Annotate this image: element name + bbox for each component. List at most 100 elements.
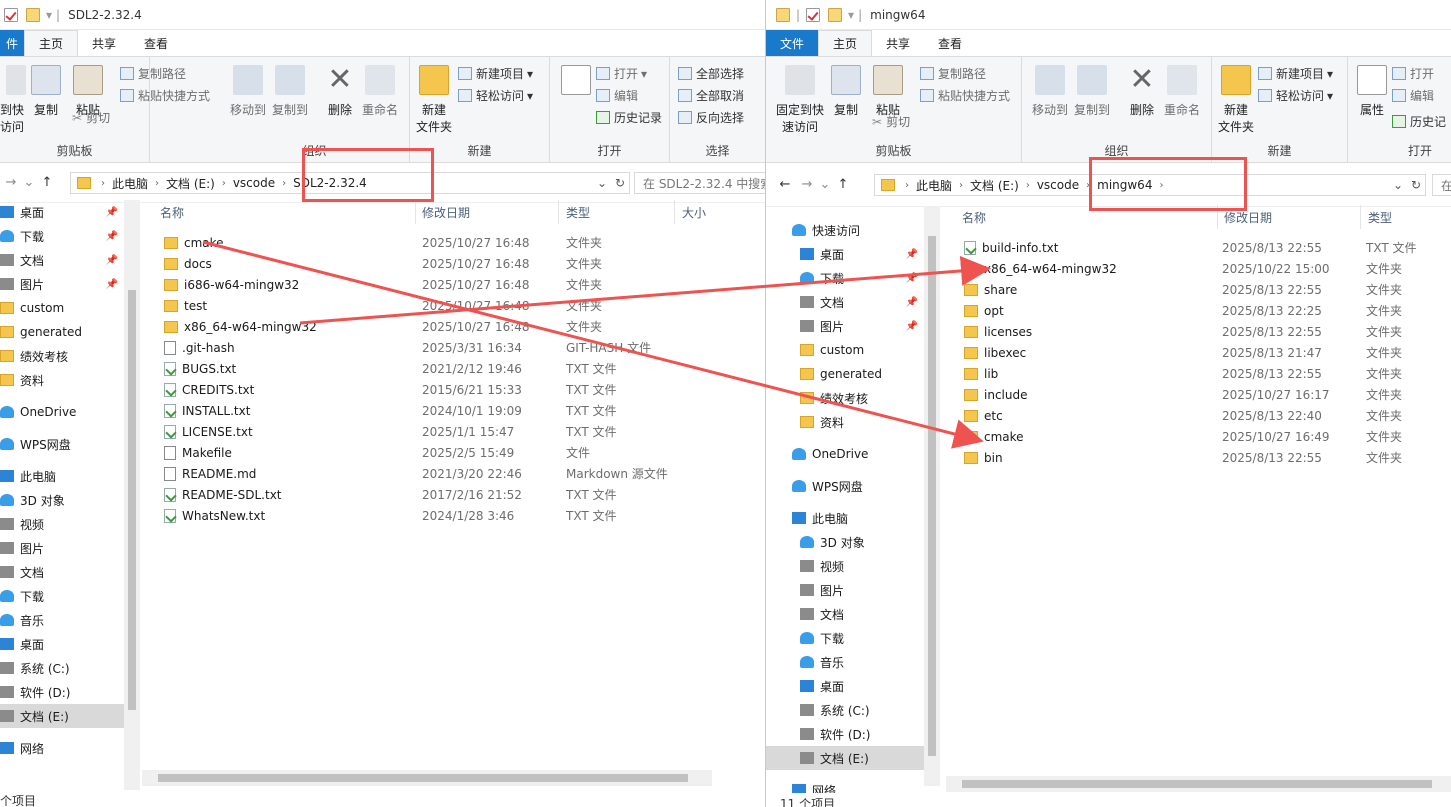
nav-item[interactable]: custom [766,338,924,362]
nav-item[interactable]: 资料 [0,368,124,392]
chevron-down-icon[interactable]: ⌄ [597,176,607,190]
pin-icon[interactable]: 📌 [906,297,918,308]
nav-item[interactable]: 软件 (D:) [0,680,124,704]
file-row[interactable]: WhatsNew.txt 2024/1/28 3:46 TXT 文件 [164,505,724,526]
nav-item[interactable]: OneDrive [766,442,924,466]
nav-item[interactable]: 视频 [0,512,124,536]
file-row[interactable]: opt 2025/8/13 22:25 文件夹 [964,300,1451,321]
recent-dropdown-icon[interactable]: ⌄ [22,175,36,190]
column-type[interactable]: 类型 [1368,209,1392,226]
new-folder-button[interactable]: 新建 文件夹 [410,65,458,135]
nav-item[interactable]: 下载 📌 [766,266,924,290]
horizontal-scrollbar[interactable] [142,770,712,786]
nav-item[interactable]: 资料 [766,410,924,434]
pin-icon[interactable]: 📌 [106,279,118,290]
column-size[interactable]: 大小 [682,204,706,221]
select-all-button[interactable]: 全部选择 [678,65,744,82]
pin-quick-access-button[interactable]: 固定到快 速访问 [774,65,826,135]
copy-to-button[interactable]: 复制到 [1068,65,1116,118]
nav-item[interactable]: 文档 (E:) [0,704,124,728]
properties-quick-icon[interactable] [4,7,18,22]
nav-item[interactable]: 下载 [766,626,924,650]
nav-item[interactable]: WPS网盘 [0,432,124,456]
pin-icon[interactable]: 📌 [106,207,118,218]
search-input[interactable]: 在 [1432,174,1451,196]
file-row[interactable]: docs 2025/10/27 16:48 文件夹 [164,253,724,274]
nav-item[interactable]: 3D 对象 [766,530,924,554]
file-row[interactable]: .git-hash 2025/3/31 16:34 GIT-HASH 文件 [164,337,724,358]
new-item-button[interactable]: 新建项目 ▾ [1258,65,1333,82]
nav-item[interactable]: 音乐 [0,608,124,632]
copy-path-button[interactable]: 复制路径 [120,65,186,82]
nav-scrollbar[interactable] [124,200,140,790]
invert-selection-button[interactable]: 反向选择 [678,109,744,126]
file-row[interactable]: libexec 2025/8/13 21:47 文件夹 [964,342,1451,363]
file-row[interactable]: x86_64-w64-mingw32 2025/10/27 16:48 文件夹 [164,316,724,337]
file-row[interactable]: CREDITS.txt 2015/6/21 15:33 TXT 文件 [164,379,724,400]
pin-icon[interactable]: 📌 [906,249,918,260]
open-button[interactable]: 打开 [1392,65,1434,82]
nav-item[interactable]: 桌面 [0,632,124,656]
up-arrow-icon[interactable]: ↑ [36,175,58,190]
file-row[interactable]: README-SDL.txt 2017/2/16 21:52 TXT 文件 [164,484,724,505]
horizontal-scrollbar[interactable] [946,776,1451,792]
paste-shortcut-button[interactable]: 粘贴快捷方式 [920,87,1010,104]
breadcrumb-vscode[interactable]: vscode [1037,178,1079,192]
tab-home[interactable]: 主页 [818,30,873,56]
file-row[interactable]: bin 2025/8/13 22:55 文件夹 [964,447,1451,468]
file-row[interactable]: etc 2025/8/13 22:40 文件夹 [964,405,1451,426]
properties-quick-icon[interactable] [806,7,821,22]
open-button[interactable]: 打开 ▾ [596,65,647,82]
tab-view[interactable]: 查看 [924,30,976,56]
file-row[interactable]: licenses 2025/8/13 22:55 文件夹 [964,321,1451,342]
column-name[interactable]: 名称 [962,209,986,226]
pin-quick-access-button[interactable]: 到快 访问 [0,65,26,135]
nav-item[interactable]: 绩效考核 [766,386,924,410]
column-date[interactable]: 修改日期 [422,204,470,221]
nav-item[interactable]: 图片 📌 [0,272,124,296]
breadcrumb-drive[interactable]: 文档 (E:) [970,177,1019,194]
nav-item[interactable]: 桌面 [766,674,924,698]
file-row[interactable]: share 2025/8/13 22:55 文件夹 [964,279,1451,300]
nav-item[interactable]: 文档 📌 [766,290,924,314]
file-row[interactable]: BUGS.txt 2021/2/12 19:46 TXT 文件 [164,358,724,379]
pin-icon[interactable]: 📌 [106,255,118,266]
new-folder-quick-icon[interactable] [26,7,40,22]
nav-item[interactable]: 绩效考核 [0,344,124,368]
edit-button[interactable]: 编辑 [596,87,638,104]
nav-item[interactable]: 桌面 📌 [766,242,924,266]
file-row[interactable]: i686-w64-mingw32 2025/10/27 16:48 文件夹 [164,274,724,295]
paste-button[interactable]: 粘贴 [864,65,912,118]
tab-share[interactable]: 共享 [872,30,924,56]
chevron-down-icon[interactable]: ⌄ [1393,178,1403,192]
forward-arrow-icon[interactable]: → [0,175,22,190]
nav-item[interactable]: 系统 (C:) [0,656,124,680]
file-row[interactable]: include 2025/10/27 16:17 文件夹 [964,384,1451,405]
rename-button[interactable]: 重命名 [1158,65,1206,118]
nav-item[interactable]: 此电脑 [766,506,924,530]
file-row[interactable]: cmake 2025/10/27 16:49 文件夹 [964,426,1451,447]
properties-button[interactable] [552,65,600,101]
nav-item[interactable]: 文档 [0,560,124,584]
nav-item[interactable]: 图片 📌 [766,314,924,338]
column-date[interactable]: 修改日期 [1224,209,1272,226]
back-arrow-icon[interactable]: ← [774,177,796,192]
nav-item[interactable]: 网络 [766,778,924,793]
file-row[interactable]: test 2025/10/27 16:48 文件夹 [164,295,724,316]
nav-item[interactable]: OneDrive [0,400,124,424]
easy-access-button[interactable]: 轻松访问 ▾ [1258,87,1333,104]
paste-shortcut-button[interactable]: 粘贴快捷方式 [120,87,210,104]
refresh-icon[interactable]: ↻ [1411,178,1421,192]
nav-scrollbar[interactable] [924,206,940,786]
search-input[interactable]: 在 SDL2-2.32.4 中搜索 [634,172,765,194]
up-arrow-icon[interactable]: ↑ [832,177,854,192]
column-name[interactable]: 名称 [160,204,184,221]
new-item-button[interactable]: 新建项目 ▾ [458,65,533,82]
nav-item[interactable]: 桌面 📌 [0,200,124,224]
nav-item[interactable]: 视频 [766,554,924,578]
nav-item[interactable]: 图片 [766,578,924,602]
tab-share[interactable]: 共享 [78,30,130,56]
quick-access-dropdown-icon[interactable]: ▾ [46,8,52,22]
nav-item[interactable]: custom [0,296,124,320]
nav-item[interactable]: 系统 (C:) [766,698,924,722]
